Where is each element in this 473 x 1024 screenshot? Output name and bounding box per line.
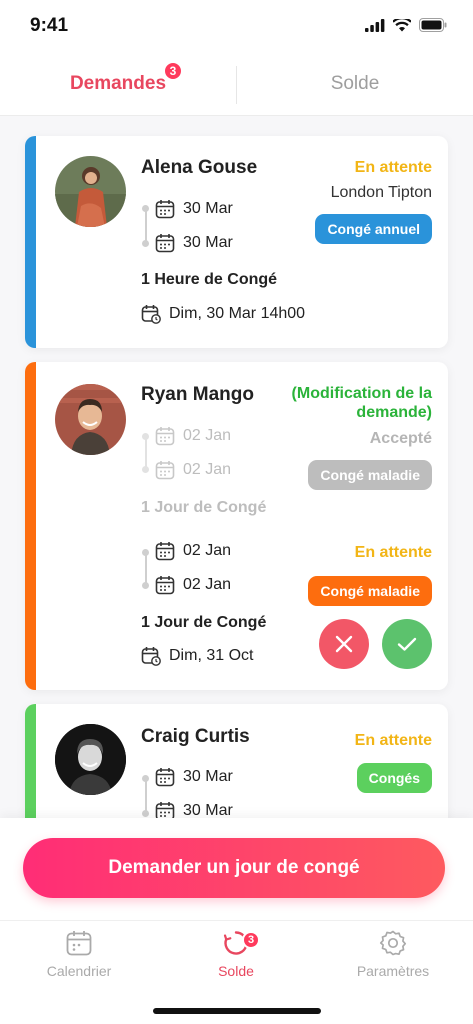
card-status-stripe: [25, 136, 36, 348]
date-dot: [142, 775, 149, 782]
start-date-text: 02 Jan: [183, 542, 232, 559]
calendar-icon: [155, 576, 175, 595]
date-dot: [142, 582, 149, 589]
system-icons: [365, 18, 447, 32]
cta-container: Demander un jour de congé: [0, 818, 473, 920]
end-date: 02 Jan: [155, 574, 231, 596]
calendar-icon: [66, 931, 92, 956]
avatar-photo: [55, 156, 126, 227]
request-subtitle: London Tipton: [330, 184, 432, 201]
calendar-icon: [155, 768, 175, 787]
tab-solde-label: Solde: [330, 73, 380, 94]
nav-label-parametres: Paramètres: [356, 963, 430, 979]
previous-start-date: 02 Jan: [155, 425, 231, 447]
avatar: [55, 724, 126, 795]
nav-label-solde: Solde: [218, 963, 254, 979]
request-card[interactable]: Ryan Mango (Modification de la demande) …: [25, 362, 448, 690]
segmented-tabs: Demandes 3 Solde: [0, 52, 473, 116]
leave-type-badge: Congé annuel: [315, 214, 432, 244]
start-date-text: 30 Mar: [183, 200, 233, 217]
previous-status: Accepté: [369, 430, 432, 447]
reject-button[interactable]: [319, 619, 369, 669]
date-dot: [142, 240, 149, 247]
nav-item-solde[interactable]: 3 Solde: [166, 929, 306, 979]
calendar-icon: [155, 542, 175, 561]
nav-item-parametres[interactable]: Paramètres: [323, 929, 463, 979]
employee-name: Ryan Mango: [141, 384, 254, 405]
leave-type-badge: Congé maladie: [308, 576, 432, 606]
request-datetime: Dim, 30 Mar 14h00: [141, 304, 305, 324]
previous-leave-type-badge: Congé maladie: [308, 460, 432, 490]
calendar-icon: [155, 234, 175, 253]
tab-demandes-label: Demandes: [69, 73, 167, 94]
date-dot: [142, 549, 149, 556]
start-date: 30 Mar: [155, 198, 233, 220]
start-date: 30 Mar: [155, 766, 233, 788]
calendar-icon: [155, 461, 175, 480]
calendar-icon: [155, 200, 175, 219]
avatar-photo: [55, 724, 126, 795]
previous-end-date: 02 Jan: [155, 459, 231, 481]
previous-start-date-text: 02 Jan: [183, 427, 232, 444]
battery-icon: [419, 18, 447, 32]
date-dot: [142, 205, 149, 212]
gear-icon: [379, 930, 407, 956]
app-root: 9:41 Demandes 3 Solde Alena Gouse En att…: [0, 0, 473, 1024]
request-datetime-text: Dim, 31 Oct: [169, 647, 254, 664]
start-date-text: 30 Mar: [183, 768, 233, 785]
signal-icon: [365, 18, 385, 32]
home-indicator: [153, 1008, 321, 1014]
request-status: En attente: [354, 159, 432, 176]
request-status: En attente: [354, 732, 432, 749]
date-range-line: [145, 778, 147, 814]
tab-solde[interactable]: Solde: [237, 52, 473, 116]
modification-label: (Modification de la demande): [291, 385, 432, 421]
date-range-line: [145, 552, 147, 586]
tab-demandes-badge: 3: [163, 61, 183, 81]
wifi-icon: [393, 18, 411, 31]
leave-duration: 1 Jour de Congé: [141, 614, 267, 631]
date-range-line: [145, 208, 147, 244]
calendar-icon: [155, 427, 175, 446]
end-date-text: 30 Mar: [183, 234, 233, 251]
nav-label-calendrier: Calendrier: [46, 963, 112, 979]
status-time: 9:41: [30, 15, 69, 36]
previous-end-date-text: 02 Jan: [183, 461, 232, 478]
date-dot: [142, 810, 149, 817]
date-dot: [142, 433, 149, 440]
accept-button[interactable]: [382, 619, 432, 669]
date-range-line: [145, 436, 147, 470]
request-datetime-text: Dim, 30 Mar 14h00: [169, 305, 306, 322]
avatar-photo: [55, 384, 126, 455]
employee-name: Craig Curtis: [141, 726, 250, 747]
check-icon: [397, 637, 417, 651]
date-dot: [142, 466, 149, 473]
request-datetime: Dim, 31 Oct: [141, 646, 253, 666]
tab-demandes[interactable]: Demandes 3: [0, 52, 236, 116]
close-icon: [335, 635, 353, 653]
employee-name: Alena Gouse: [141, 157, 258, 178]
avatar: [55, 156, 126, 227]
request-status: En attente: [354, 544, 432, 561]
previous-leave-duration: 1 Jour de Congé: [141, 499, 267, 516]
status-bar: 9:41: [0, 0, 473, 52]
calendar-clock-icon: [141, 305, 161, 324]
leave-type-badge: Congés: [356, 763, 432, 793]
calendar-clock-icon: [141, 647, 161, 666]
card-status-stripe: [25, 362, 36, 690]
request-leave-button[interactable]: Demander un jour de congé: [23, 838, 445, 898]
nav-solde-badge: 3: [242, 931, 260, 949]
request-card[interactable]: Alena Gouse En attente London Tipton Con…: [25, 136, 448, 348]
end-date-text: 02 Jan: [183, 576, 232, 593]
end-date: 30 Mar: [155, 232, 233, 254]
leave-duration: 1 Heure de Congé: [141, 271, 278, 288]
avatar: [55, 384, 126, 455]
start-date: 02 Jan: [155, 540, 231, 562]
nav-item-calendrier[interactable]: Calendrier: [9, 929, 149, 979]
